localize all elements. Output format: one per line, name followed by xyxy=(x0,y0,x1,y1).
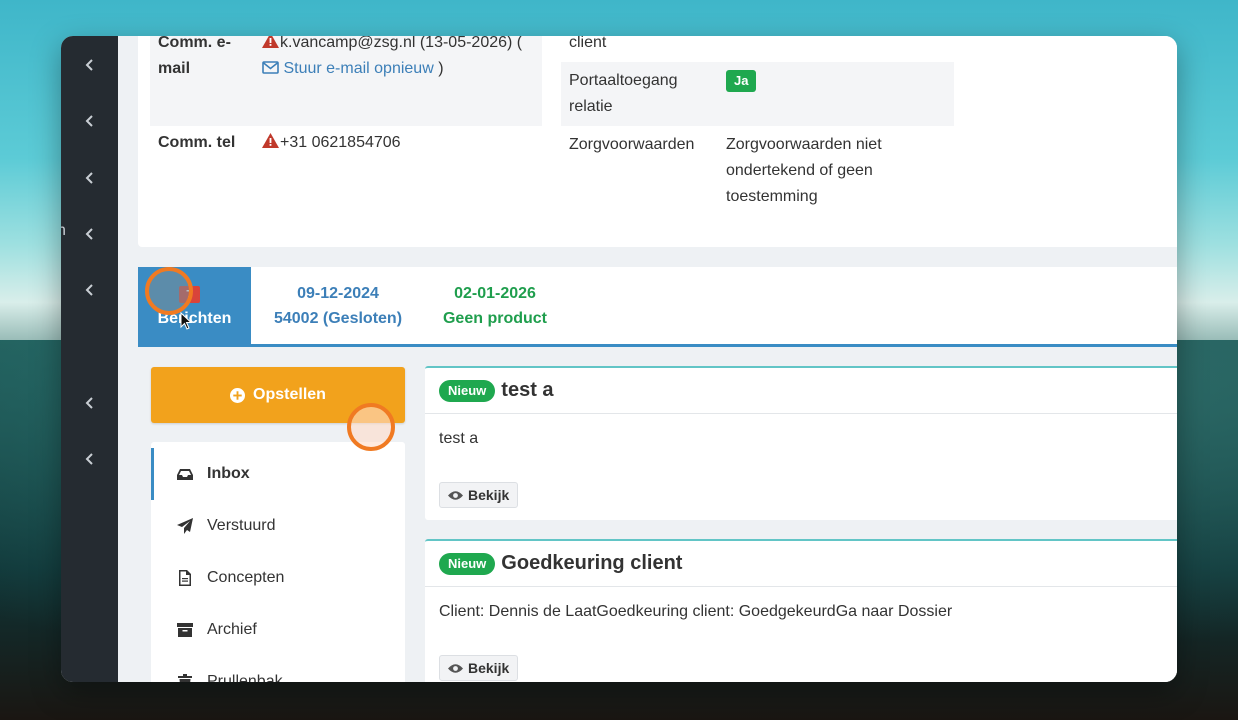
chevron-left-icon xyxy=(85,115,93,127)
comm-email-label-row: Comm. e-mail xyxy=(158,36,258,82)
paper-plane-icon xyxy=(177,518,193,534)
sidebar-item-6[interactable] xyxy=(61,383,118,423)
portal-value-row: Ja xyxy=(726,70,757,92)
compose-button[interactable]: Opstellen xyxy=(151,367,405,423)
archive-icon xyxy=(177,623,193,637)
portal-label: Portaaltoegang relatie xyxy=(569,72,678,115)
tab-date: 09-12-2024 xyxy=(297,285,379,302)
warning-icon xyxy=(262,36,280,56)
chevron-left-icon xyxy=(85,397,93,409)
envelope-icon xyxy=(262,60,279,77)
folder-label: Prullenbak xyxy=(207,673,283,682)
folder-label: Archief xyxy=(207,621,257,638)
zorg-label-row: Zorgvoorwaarden xyxy=(569,132,694,158)
tab-dossier-54002[interactable]: 09-12-2024 54002 (Gesloten) xyxy=(268,267,408,344)
chevron-left-icon xyxy=(85,59,93,71)
view-message-button[interactable]: Bekijk xyxy=(439,655,519,681)
message-card: Nieuw test a test a Bekijk xyxy=(425,366,1177,520)
folder-prullenbak[interactable]: Prullenbak xyxy=(151,656,405,682)
resend-close-paren: ) xyxy=(438,60,444,77)
message-header: Nieuw test a xyxy=(425,368,1177,414)
dossier-tabs: 7 Berichten 09-12-2024 54002 (Gesloten) … xyxy=(138,267,1177,347)
sidebar-item-3[interactable] xyxy=(61,158,118,198)
new-badge: Nieuw xyxy=(439,379,496,402)
chevron-left-icon xyxy=(85,284,93,296)
main-content: Comm. e-mail k.vancamp@zsg.nl (13-05-202… xyxy=(118,36,1177,682)
plus-circle-icon xyxy=(230,387,246,403)
view-label: Bekijk xyxy=(468,660,510,676)
eye-icon xyxy=(448,490,463,500)
sidebar-item-2[interactable] xyxy=(61,101,118,141)
inbox-icon xyxy=(177,469,193,480)
tab-dossier-label: 54002 (Gesloten) xyxy=(273,310,403,327)
chevron-left-icon xyxy=(85,453,93,465)
relation-info-card: Comm. e-mail k.vancamp@zsg.nl (13-05-202… xyxy=(138,36,1177,247)
mouse-cursor-icon xyxy=(180,312,192,330)
message-title: test a xyxy=(501,379,554,401)
sidebar-item-5[interactable] xyxy=(61,270,118,310)
folder-label: Verstuurd xyxy=(207,517,276,534)
trash-icon xyxy=(178,674,192,682)
message-header: Nieuw Goedkeuring client xyxy=(425,541,1177,587)
sidebar-item-4[interactable] xyxy=(61,214,118,254)
folder-concepten[interactable]: Concepten xyxy=(151,552,405,604)
tab-date: 02-01-2026 xyxy=(454,285,536,302)
message-card: Nieuw Goedkeuring client Client: Dennis … xyxy=(425,539,1177,682)
zorg-label: Zorgvoorwaarden xyxy=(569,136,695,153)
message-body: Client: Dennis de LaatGoedkeuring client… xyxy=(439,603,953,620)
folder-verstuurd[interactable]: Verstuurd xyxy=(151,500,405,552)
tab-berichten[interactable]: 7 Berichten xyxy=(138,267,251,344)
folder-archief[interactable]: Archief xyxy=(151,604,405,656)
tab-berichten-label: Berichten xyxy=(157,310,232,327)
comm-email-value: k.vancamp@zsg.nl (13-05-2026) ( xyxy=(280,36,523,51)
comm-tel-label: Comm. tel xyxy=(158,134,236,151)
sidebar-item-1[interactable] xyxy=(61,45,118,85)
sidebar-item-7[interactable] xyxy=(61,439,118,479)
client-label-row: client xyxy=(569,36,606,56)
eye-icon xyxy=(448,663,463,673)
portal-access-badge: Ja xyxy=(726,70,757,92)
message-body: test a xyxy=(439,430,479,447)
app-window: n Comm. e-mail k.vancamp@zsg.nl (13-05-2… xyxy=(61,36,1177,682)
message-title: Goedkeuring client xyxy=(501,552,683,574)
zorg-value-row: Zorgvoorwaarden niet ondertekend of geen… xyxy=(726,132,926,210)
warning-icon xyxy=(262,130,280,156)
tab-geen-product[interactable]: 02-01-2026 Geen product xyxy=(430,267,560,344)
new-badge: Nieuw xyxy=(439,552,496,575)
chevron-left-icon xyxy=(85,228,93,240)
portal-label-row: Portaaltoegang relatie xyxy=(569,68,719,120)
file-text-icon xyxy=(179,570,191,586)
zorg-value: Zorgvoorwaarden niet ondertekend of geen… xyxy=(726,136,882,205)
comm-tel-row: Comm. tel +31 0621854706 xyxy=(158,130,401,156)
message-count-badge: 7 xyxy=(179,286,201,303)
view-message-button[interactable]: Bekijk xyxy=(439,482,519,508)
compose-label: Opstellen xyxy=(253,386,326,403)
tab-product-label: Geen product xyxy=(442,310,547,327)
folder-label: Inbox xyxy=(207,465,250,482)
folder-label: Concepten xyxy=(207,569,285,586)
client-label: client xyxy=(569,36,607,51)
comm-email-value-row: k.vancamp@zsg.nl (13-05-2026) ( Stuur e-… xyxy=(262,36,552,82)
comm-tel-value: +31 0621854706 xyxy=(280,134,401,151)
folder-inbox[interactable]: Inbox xyxy=(151,448,405,500)
view-label: Bekijk xyxy=(468,487,510,503)
comm-email-label: Comm. e-mail xyxy=(158,36,231,77)
resend-email-link[interactable]: Stuur e-mail opnieuw xyxy=(283,60,433,77)
chevron-left-icon xyxy=(85,172,93,184)
sidebar: n xyxy=(61,36,118,682)
mail-folders: Inbox Verstuurd Concepten Archief Prulle… xyxy=(151,442,405,682)
